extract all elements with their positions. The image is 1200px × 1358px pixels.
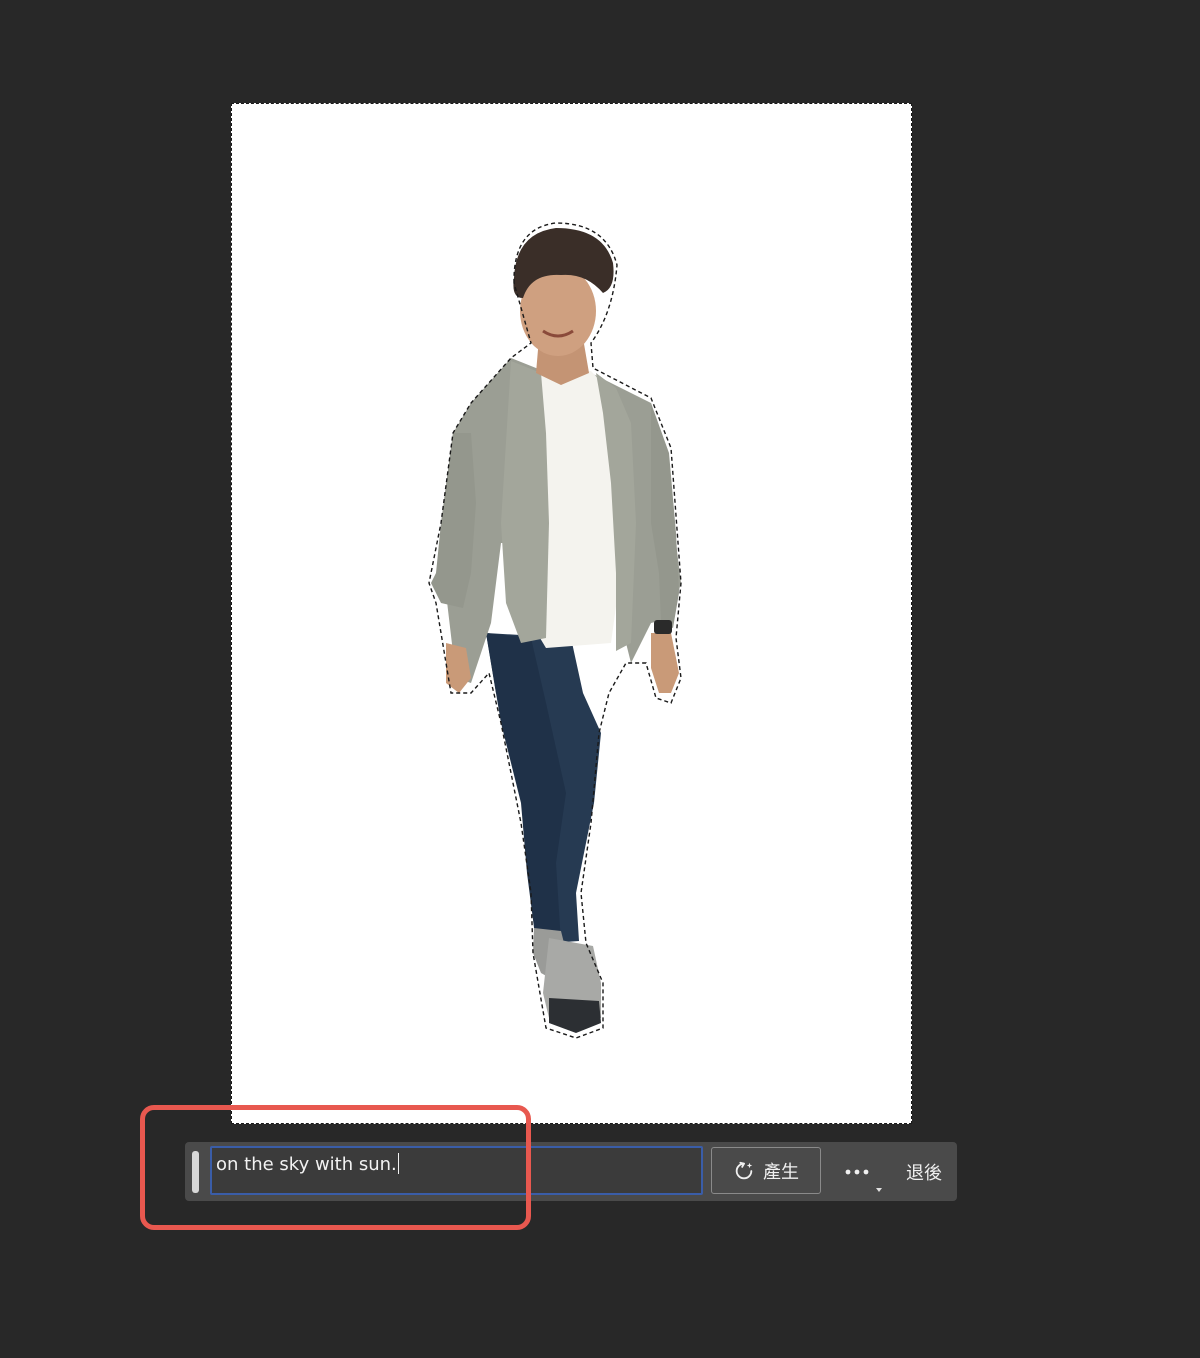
generative-prompt-input[interactable]: on the sky with sun. — [210, 1146, 703, 1195]
prompt-text: on the sky with sun. — [216, 1154, 397, 1175]
taskbar-drag-handle[interactable] — [192, 1151, 199, 1193]
generate-button[interactable]: 產生 — [711, 1147, 821, 1194]
photoshop-workspace: on the sky with sun. 產生 退後 — [0, 0, 1200, 1358]
generate-button-label: 產生 — [763, 1161, 799, 1183]
more-options-button[interactable] — [837, 1152, 877, 1192]
text-caret — [397, 1153, 399, 1174]
more-options-icon — [845, 1169, 869, 1175]
back-button[interactable]: 退後 — [897, 1152, 951, 1192]
contextual-task-bar: on the sky with sun. 產生 退後 — [185, 1142, 957, 1201]
person-cutout-photo — [428, 222, 682, 1039]
dropdown-triangle-icon — [876, 1188, 882, 1192]
document-canvas[interactable] — [231, 103, 912, 1124]
generative-sparkle-icon — [735, 1161, 753, 1179]
back-button-label: 退後 — [906, 1163, 942, 1184]
